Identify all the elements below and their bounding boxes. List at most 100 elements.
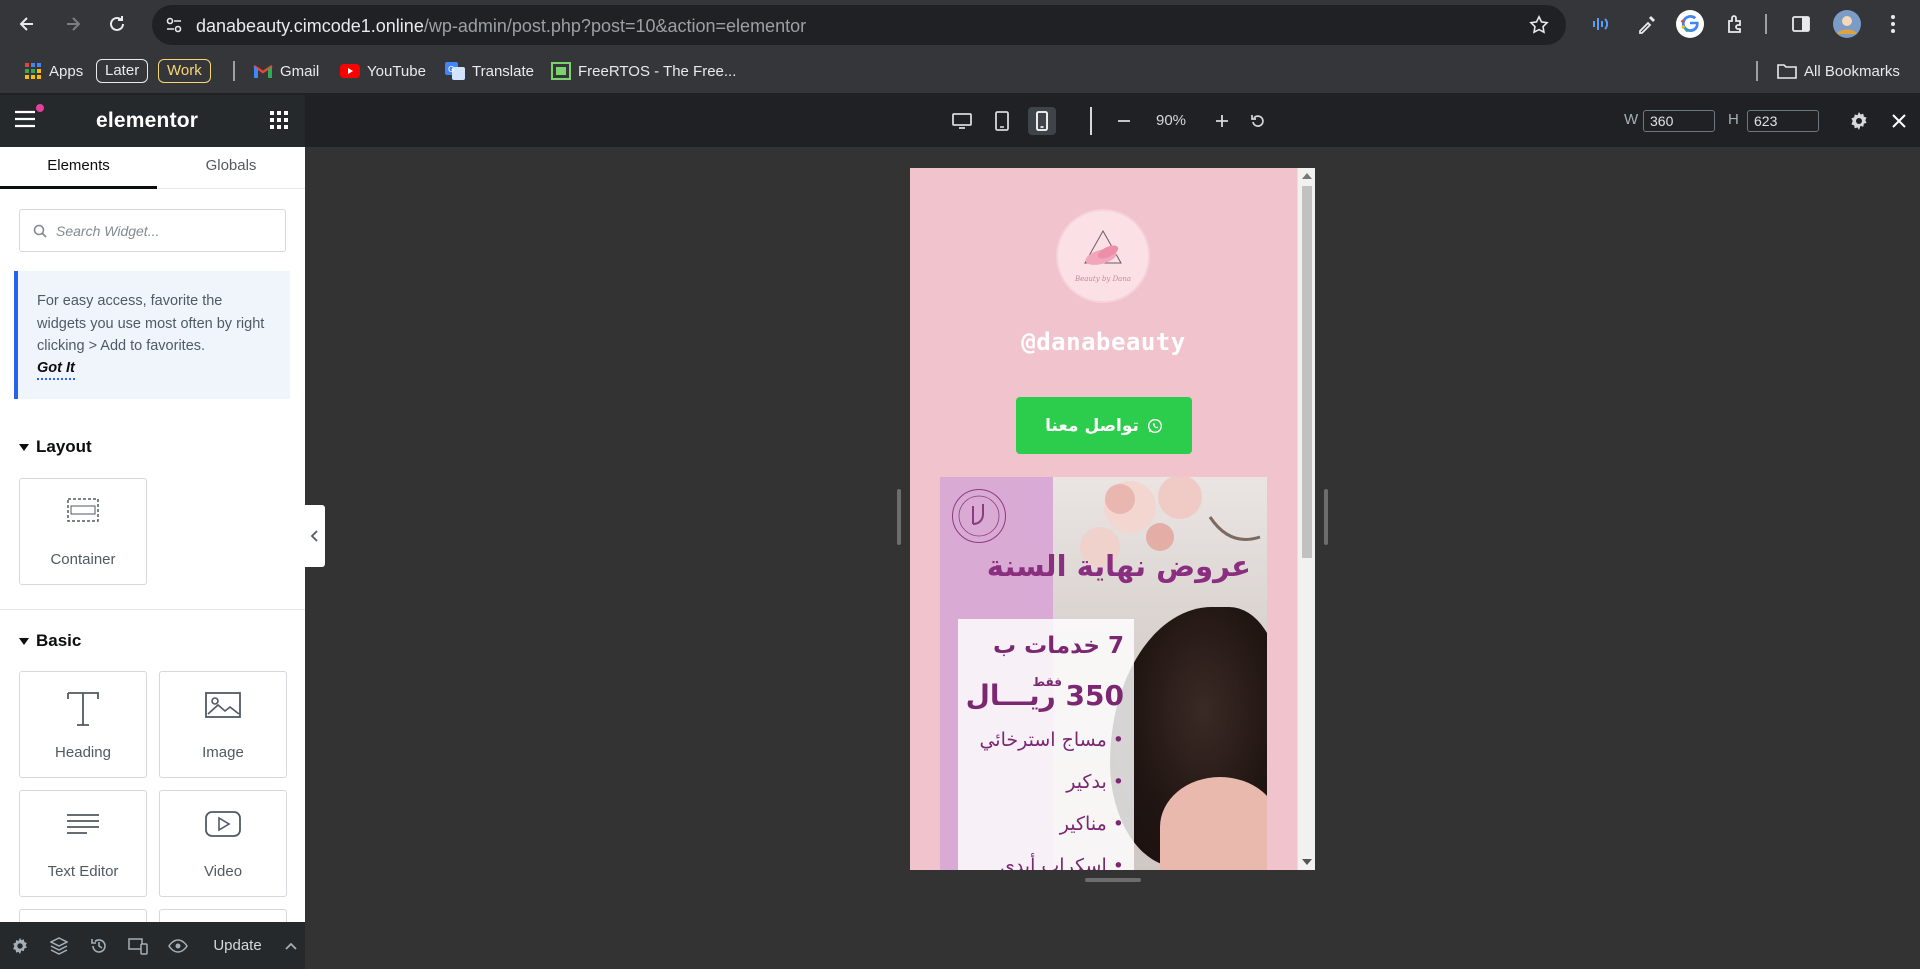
bookmark-later[interactable]: Later [96, 59, 149, 83]
svg-text:G: G [448, 65, 454, 74]
preview-scrollbar[interactable] [1297, 168, 1315, 870]
promo-service-item: • بدكير [1066, 771, 1124, 793]
promo-service-item: • مساج استرخائي [979, 729, 1124, 751]
google-icon[interactable] [1675, 9, 1705, 39]
caret-down-icon [19, 637, 29, 645]
beauty-logo-icon [1084, 229, 1122, 265]
bookmark-translate[interactable]: G Translate [445, 59, 534, 83]
promo-services-count: 7 خدمات ب [993, 633, 1124, 659]
tab-globals[interactable]: Globals [157, 147, 305, 189]
widget-partial[interactable] [159, 909, 287, 922]
side-panel-icon[interactable] [1786, 9, 1816, 39]
promo-service-item: • مناكير [1059, 813, 1124, 835]
whatsapp-contact-button[interactable]: تواصل معنا [1016, 397, 1192, 454]
bookmarks-bar: Apps Later Work Gmail YouTube G Translat… [0, 48, 1920, 94]
zoom-out-icon[interactable] [1110, 107, 1138, 135]
section-layout[interactable]: Layout [19, 437, 92, 457]
search-input[interactable] [56, 220, 276, 242]
address-bar[interactable]: danabeauty.cimcode1.online/wp-admin/post… [152, 5, 1566, 45]
update-button[interactable]: Update [200, 930, 275, 961]
scroll-down-arrow-icon[interactable] [1302, 859, 1312, 865]
close-preview-icon[interactable] [1885, 107, 1913, 135]
responsive-icon[interactable] [128, 936, 148, 956]
whatsapp-icon [1147, 418, 1162, 433]
layers-icon[interactable] [49, 936, 69, 956]
reload-icon [110, 16, 124, 31]
widget-heading[interactable]: Heading [19, 671, 147, 778]
widget-partial[interactable] [19, 909, 147, 922]
forward-button[interactable] [57, 8, 89, 40]
panel-footer: Update [0, 922, 305, 969]
collapse-panel-toggle[interactable] [305, 505, 325, 567]
reset-zoom-icon[interactable] [1244, 107, 1272, 135]
desktop-view-button[interactable] [948, 107, 976, 135]
desktop-icon [952, 113, 972, 129]
scroll-up-arrow-icon[interactable] [1302, 173, 1312, 179]
mobile-preview-frame[interactable]: Beauty by Dana @danabeauty تواصل معنا عر… [910, 168, 1315, 870]
width-input[interactable] [1643, 110, 1715, 132]
site-info-icon[interactable] [164, 15, 184, 35]
read-aloud-icon[interactable] [1585, 9, 1615, 39]
profile-avatar[interactable] [1832, 9, 1862, 39]
extensions-icon[interactable] [1721, 9, 1751, 39]
notice-text: For easy access, favorite the widgets yo… [37, 293, 265, 354]
promo-service-item: • اسكراب أيدي [999, 855, 1124, 870]
bookmark-work[interactable]: Work [158, 59, 211, 83]
translate-icon: G [445, 62, 465, 80]
hamburger-menu-icon[interactable] [14, 104, 44, 128]
bookmark-youtube[interactable]: YouTube [340, 59, 426, 83]
scrollbar-thumb[interactable] [1302, 186, 1312, 558]
section-basic[interactable]: Basic [19, 631, 81, 651]
more-menu-icon[interactable] [1878, 9, 1908, 39]
eyedropper-icon[interactable] [1632, 9, 1662, 39]
settings-icon[interactable] [10, 936, 30, 956]
resize-handle-left[interactable] [897, 489, 901, 545]
elements-panel: Elements Globals For easy access, favori… [0, 147, 305, 922]
got-it-link[interactable]: Got It [37, 358, 75, 380]
promo-image: عروض نهاية السنة 7 خدمات ب 350 ريـــال ف… [940, 477, 1267, 870]
gmail-icon [253, 64, 273, 78]
zoom-level: 90% [1156, 112, 1187, 129]
height-input[interactable] [1747, 110, 1819, 132]
folder-icon [1777, 64, 1797, 79]
bookmark-star-icon[interactable] [1528, 14, 1550, 36]
bookmark-gmail[interactable]: Gmail [253, 59, 319, 83]
bookmark-apps[interactable]: Apps [24, 59, 83, 83]
bookmark-all[interactable]: All Bookmarks [1777, 59, 1900, 83]
url-text[interactable]: danabeauty.cimcode1.online/wp-admin/post… [196, 16, 806, 37]
back-button[interactable] [11, 8, 43, 40]
reload-button[interactable] [101, 8, 133, 40]
browser-toolbar: danabeauty.cimcode1.online/wp-admin/post… [0, 0, 1920, 48]
bookmark-freertos[interactable]: FreeRTOS - The Free... [551, 59, 736, 83]
resize-handle-right[interactable] [1324, 489, 1328, 545]
chevron-left-icon [310, 530, 318, 542]
mobile-view-button[interactable] [1028, 107, 1056, 135]
settings-gear-icon[interactable] [1845, 107, 1873, 135]
preview-eye-icon[interactable] [168, 936, 188, 956]
tablet-view-button[interactable] [988, 107, 1016, 135]
width-label: W [1624, 111, 1639, 128]
elementor-logo: elementor [96, 109, 199, 132]
widget-image[interactable]: Image [159, 671, 287, 778]
section-divider [0, 609, 305, 610]
caret-down-icon [19, 443, 29, 451]
height-label: H [1728, 111, 1739, 128]
widget-container[interactable]: Container [19, 478, 147, 585]
widgets-grid-icon[interactable] [270, 111, 288, 129]
zoom-in-icon[interactable] [1208, 107, 1236, 135]
toolbar-divider [1090, 107, 1092, 135]
history-icon[interactable] [89, 936, 109, 956]
bookmark-separator [233, 61, 235, 81]
promo-logo-icon [952, 489, 1006, 543]
notification-dot [36, 104, 44, 112]
tab-elements[interactable]: Elements [0, 147, 157, 189]
resize-handle-bottom[interactable] [1085, 878, 1141, 882]
apps-grid-icon [25, 63, 41, 79]
chevron-up-icon[interactable] [277, 930, 305, 961]
text-lines-icon [20, 809, 146, 839]
widget-text-editor[interactable]: Text Editor [19, 790, 147, 897]
widget-search[interactable] [19, 209, 286, 252]
arrow-left-icon [19, 17, 33, 31]
promo-offer-card: 7 خدمات ب 350 ريـــال فقط • مساج استرخائ… [958, 619, 1134, 870]
widget-video[interactable]: Video [159, 790, 287, 897]
